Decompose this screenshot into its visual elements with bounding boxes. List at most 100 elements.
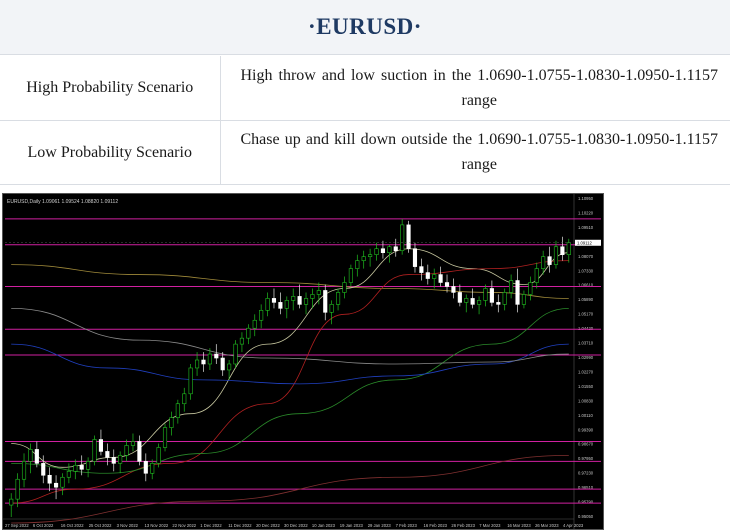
- x-tick-label: 16 Oct 2022: [61, 523, 84, 528]
- candle-body: [464, 298, 469, 303]
- candle-body: [393, 246, 398, 252]
- candle-body: [483, 288, 488, 301]
- candle-body: [150, 463, 155, 474]
- candle-body: [246, 327, 251, 339]
- candle-body: [124, 445, 129, 456]
- candle-body: [451, 286, 456, 293]
- candle-body: [201, 359, 206, 365]
- candle-body: [547, 256, 552, 265]
- candle-body: [361, 256, 366, 261]
- candle-body: [15, 478, 20, 500]
- candle-body: [291, 296, 296, 301]
- x-tick-label: 25 Oct 2022: [89, 523, 112, 528]
- y-tick-label: 1.10950: [578, 196, 594, 201]
- candle-body: [169, 417, 174, 428]
- candle-body: [188, 367, 193, 395]
- candle-body: [509, 280, 514, 293]
- candle-body: [515, 280, 520, 305]
- last-price-label: 1.09112: [577, 240, 592, 245]
- candle-body: [502, 292, 507, 305]
- candle-body: [60, 476, 65, 488]
- y-tick-label: 0.95790: [578, 500, 594, 505]
- candle-body: [329, 304, 334, 313]
- candle-body: [130, 441, 136, 446]
- candle-body: [98, 439, 103, 452]
- candle-body: [310, 294, 315, 299]
- candle-body: [541, 256, 546, 269]
- scenario-table: High Probability Scenario High throw and…: [0, 56, 730, 185]
- y-tick-label: 1.08070: [578, 254, 594, 259]
- candle-body: [47, 474, 52, 484]
- candle-body: [175, 403, 180, 418]
- candle-body: [54, 482, 59, 488]
- y-tick-label: 0.97950: [578, 456, 594, 461]
- candle-body: [496, 302, 501, 305]
- scenario-text-low: Chase up and kill down outside the 1.069…: [220, 120, 730, 185]
- candle-body: [214, 353, 219, 359]
- candle-body: [34, 449, 39, 464]
- candle-body: [560, 246, 565, 255]
- moving-average-line: [11, 343, 569, 385]
- candle-body: [355, 260, 360, 269]
- x-tick-label: 19 Jan 2023: [340, 523, 364, 528]
- y-tick-label: 1.02990: [578, 355, 594, 360]
- scenario-label-low: Low Probability Scenario: [0, 120, 221, 185]
- candle-body: [419, 266, 424, 273]
- x-tick-label: 20 Dec 2022: [256, 523, 280, 528]
- x-tick-label: 1 Dec 2022: [200, 523, 222, 528]
- candle-body: [316, 290, 321, 295]
- candle-body: [553, 246, 559, 265]
- candle-body: [28, 449, 33, 462]
- table-row: High Probability Scenario High throw and…: [0, 56, 730, 121]
- candle-body: [207, 353, 212, 365]
- x-tick-label: 26 Feb 2023: [451, 523, 475, 528]
- y-tick-label: 1.05890: [578, 297, 594, 302]
- y-tick-label: 0.95050: [578, 514, 594, 519]
- y-tick-label: 1.05170: [578, 312, 594, 317]
- y-tick-label: 1.04420: [578, 326, 594, 331]
- x-tick-label: 3 Nov 2022: [117, 523, 139, 528]
- candle-body: [342, 282, 347, 293]
- candle-body: [137, 441, 142, 462]
- candle-body: [239, 337, 244, 345]
- candle-body: [278, 302, 283, 309]
- x-tick-label: 27 Sep 2022: [5, 523, 29, 528]
- candle-body: [438, 274, 443, 283]
- x-tick-label: 22 Nov 2022: [172, 523, 196, 528]
- candle-body: [73, 465, 78, 472]
- candle-body: [380, 248, 385, 254]
- candle-body: [368, 254, 373, 257]
- candle-body: [79, 465, 84, 470]
- y-tick-label: 1.00110: [578, 413, 593, 418]
- candle-body: [86, 461, 91, 470]
- candle-body: [303, 298, 309, 305]
- candle-body: [92, 439, 97, 462]
- candle-body: [406, 224, 411, 250]
- candle-body: [252, 319, 257, 329]
- y-tick-label: 1.02270: [578, 369, 594, 374]
- chart-header: EURUSD,Daily 1.09061 1.09524 1.08820 1.0…: [7, 199, 118, 205]
- table-row: Low Probability Scenario Chase up and ki…: [0, 120, 730, 185]
- candle-body: [41, 463, 46, 476]
- candle-body: [271, 298, 277, 303]
- candle-body: [489, 288, 494, 303]
- candle-body: [374, 248, 379, 255]
- candle-body: [220, 357, 225, 371]
- candle-body: [412, 248, 418, 267]
- y-tick-label: 1.00830: [578, 398, 594, 403]
- candle-body: [425, 272, 430, 279]
- candle-body: [156, 447, 161, 464]
- x-tick-label: 13 Nov 2022: [145, 523, 169, 528]
- x-tick-label: 6 Oct 2022: [33, 523, 54, 528]
- x-tick-label: 4 Apr 2023: [563, 523, 584, 528]
- scenario-text-high: High throw and low suction in the 1.0690…: [220, 56, 730, 121]
- x-tick-label: 16 Mar 2023: [507, 523, 531, 528]
- candle-body: [297, 296, 302, 305]
- candle-body: [400, 224, 405, 252]
- candle-body: [105, 451, 110, 458]
- candle-body: [457, 292, 462, 303]
- y-tick-label: 1.03710: [578, 341, 594, 346]
- candle-body: [9, 498, 14, 506]
- candle-body: [387, 246, 392, 254]
- y-tick-label: 1.09510: [578, 225, 594, 230]
